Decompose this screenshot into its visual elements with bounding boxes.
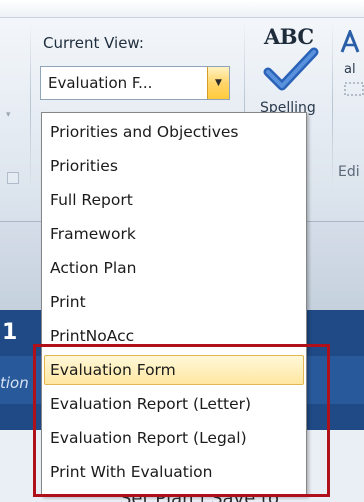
editing-group-label: Edi [338,164,360,180]
checkmark-icon[interactable] [262,46,322,98]
view-option[interactable]: PrintNoAcc [44,321,304,351]
dialog-launcher-icon[interactable] [7,172,19,184]
view-option[interactable]: Framework [44,219,304,249]
find-icon[interactable] [338,30,364,54]
chevron-down-icon[interactable]: ▼ [207,67,229,99]
document-subtitle: tion [0,374,29,392]
view-option[interactable]: Print With Evaluation [44,457,304,487]
select-icon[interactable] [344,82,364,96]
ribbon-tab-strip [0,0,364,18]
view-option[interactable]: Full Report [44,185,304,215]
view-option[interactable]: Evaluation Report (Legal) [44,423,304,453]
view-option[interactable]: Action Plan [44,253,304,283]
collapsed-arrow-icon: ▾ [6,110,11,120]
current-view-combobox[interactable]: Evaluation F... ▼ [40,66,230,100]
replace-icon[interactable]: al [344,62,356,77]
group-separator [30,22,31,192]
document-section-number: 1 [2,320,18,345]
view-option[interactable]: Priorities [44,151,304,181]
current-view-label: Current View: [43,34,144,52]
view-option[interactable]: Priorities and Objectives [44,117,304,147]
group-separator [332,22,333,192]
view-dropdown-list[interactable]: Priorities and Objectives Priorities Ful… [41,112,307,496]
view-option-selected[interactable]: Evaluation Form [44,355,304,385]
current-view-value: Evaluation F... [48,74,153,92]
view-option[interactable]: Evaluation Report (Letter) [44,389,304,419]
view-option[interactable]: Print [44,287,304,317]
